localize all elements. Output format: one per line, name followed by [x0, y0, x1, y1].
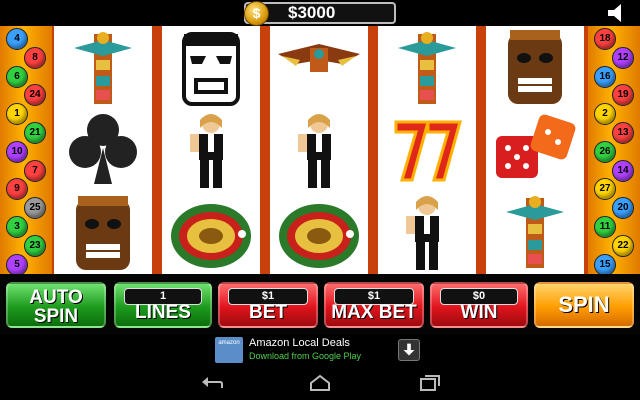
win-label: WIN — [460, 302, 498, 323]
speaker-icon[interactable] — [606, 3, 630, 23]
back-icon[interactable] — [200, 374, 224, 392]
payline-bubble-left: 25 — [24, 197, 46, 220]
payline-bubble-right: 18 — [594, 28, 616, 50]
payline-bubble-right: 2 — [594, 103, 616, 126]
tiki-mask-icon — [76, 196, 130, 270]
payline-bubble-right: 27 — [594, 178, 616, 201]
payline-bubble-left: 5 — [6, 253, 28, 276]
payline-bubble-right: 26 — [594, 140, 616, 163]
payline-indicators-left: 4 8 6 24 1 21 10 7 9 25 3 23 5 — [0, 26, 52, 276]
max-bet-button[interactable]: $1 MAX BET — [324, 282, 424, 328]
eagle-totem-icon — [278, 44, 360, 72]
reels — [52, 26, 588, 274]
dealer-icon — [190, 114, 223, 188]
bet-button[interactable]: $1 BET — [218, 282, 318, 328]
spin-label: SPIN — [558, 292, 610, 317]
totem-icon — [506, 196, 564, 268]
payline-bubble-right: 16 — [594, 65, 616, 88]
win-display: $0 WIN — [430, 282, 528, 328]
payline-bubble-left: 1 — [6, 103, 28, 126]
download-arrow-icon[interactable] — [398, 339, 420, 361]
payline-indicators-right: 18 12 16 19 2 13 26 14 27 20 11 22 15 — [588, 26, 640, 276]
totem-icon — [74, 32, 132, 104]
lucky-seven-icon — [394, 120, 462, 182]
payline-bubble-left: 10 — [6, 140, 28, 163]
payline-bubble-left: 24 — [24, 84, 46, 107]
control-bar: AUTO SPIN 1 LINES $1 BET $1 MAX BET $0 W… — [0, 274, 640, 334]
coin-icon: $ — [244, 1, 269, 26]
slot-board: 4 8 6 24 1 21 10 7 9 25 3 23 5 18 12 16 … — [0, 26, 640, 276]
reel-4 — [378, 26, 476, 274]
top-bar: $3000 $ — [0, 0, 640, 26]
payline-bubble-left: 21 — [24, 122, 46, 144]
tiki-mask-icon — [508, 30, 562, 104]
payline-bubble-right: 15 — [594, 253, 616, 276]
payline-bubble-right: 22 — [612, 234, 634, 257]
reel-3 — [270, 26, 368, 274]
payline-bubble-left: 3 — [6, 216, 28, 238]
reel-1 — [54, 26, 152, 274]
tiki-mask-bw-icon — [182, 32, 240, 106]
club-icon — [69, 114, 137, 184]
max-bet-label: MAX BET — [331, 302, 417, 323]
payline-bubble-left: 6 — [6, 65, 28, 88]
bet-label: BET — [249, 302, 287, 323]
android-nav-bar — [0, 366, 640, 400]
payline-bubble-right: 11 — [594, 216, 616, 238]
reel-2 — [162, 26, 260, 274]
payline-bubble-right: 20 — [612, 197, 634, 220]
auto-spin-label: AUTO SPIN — [29, 287, 83, 327]
payline-bubble-left: 9 — [6, 178, 28, 201]
payline-bubble-right: 19 — [612, 84, 634, 107]
dealer-icon — [298, 114, 331, 188]
reel-5 — [486, 26, 584, 274]
roulette-icon — [171, 204, 251, 268]
payline-bubble-left: 8 — [24, 46, 46, 69]
totem-icon — [398, 32, 456, 104]
payline-bubble-right: 13 — [612, 122, 634, 144]
auto-spin-button[interactable]: AUTO SPIN — [6, 282, 106, 328]
ad-subtitle: Download from Google Play — [249, 351, 362, 361]
lines-label: LINES — [135, 302, 191, 323]
ad-title: Amazon Local Deals — [249, 337, 350, 349]
payline-bubble-left: 7 — [24, 159, 46, 182]
dealer-icon — [406, 196, 439, 270]
payline-bubble-left: 4 — [6, 28, 28, 50]
payline-bubble-right: 14 — [612, 159, 634, 182]
dice-icon — [496, 114, 576, 178]
payline-bubble-right: 12 — [612, 46, 634, 69]
lines-button[interactable]: 1 LINES — [114, 282, 212, 328]
roulette-icon — [279, 204, 359, 268]
spin-button[interactable]: SPIN — [534, 282, 634, 328]
ad-banner[interactable]: amazon Amazon Local Deals Download from … — [0, 334, 640, 366]
recents-icon[interactable] — [418, 374, 442, 392]
payline-bubble-left: 23 — [24, 234, 46, 257]
amazon-logo: amazon — [215, 337, 243, 363]
home-icon[interactable] — [308, 374, 332, 392]
